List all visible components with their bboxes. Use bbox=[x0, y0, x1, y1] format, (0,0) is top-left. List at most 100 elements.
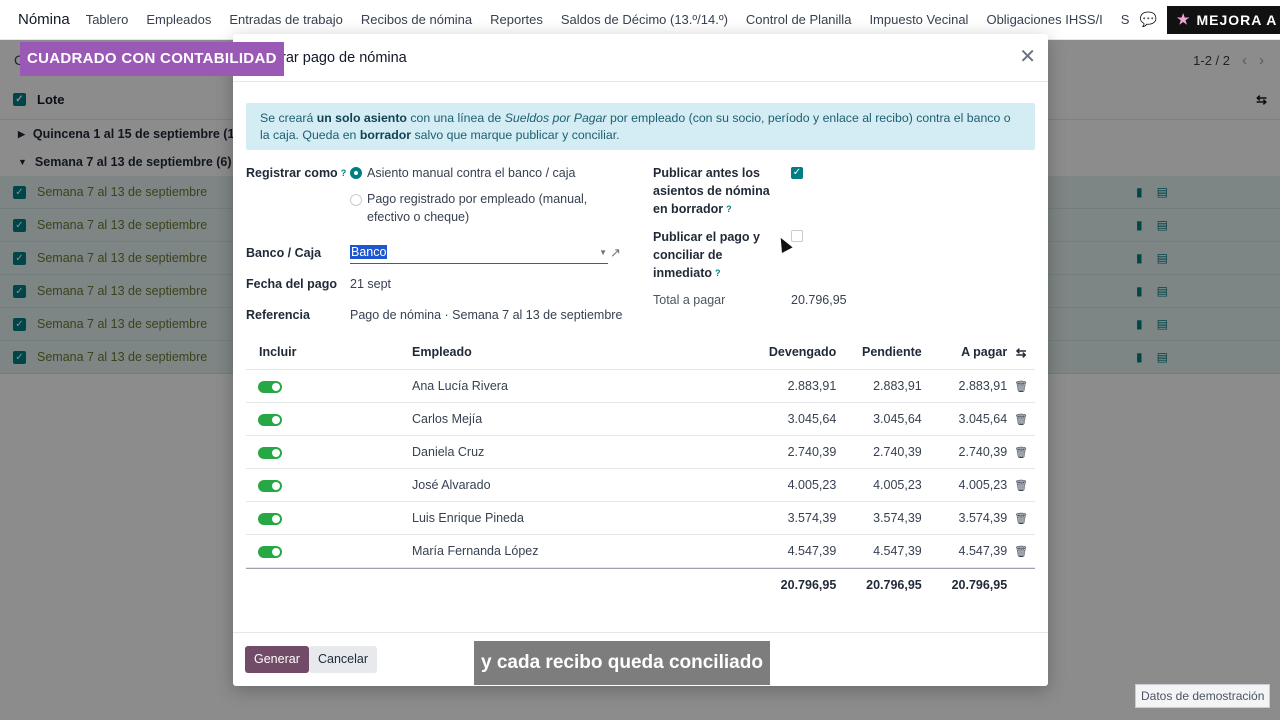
nav-item-impuesto-vecinal[interactable]: Impuesto Vecinal bbox=[869, 12, 968, 27]
bank-select-value[interactable]: Banco bbox=[350, 245, 388, 259]
to-pay-cell[interactable]: 3.045,64 bbox=[922, 412, 1008, 426]
nav-item-saldos-decimo[interactable]: Saldos de Décimo (13.º/14.º) bbox=[561, 12, 728, 27]
table-row[interactable]: María Fernanda López 4.547,39 4.547,39 4… bbox=[246, 535, 1035, 568]
nav-item-tablero[interactable]: Tablero bbox=[86, 12, 129, 27]
accrued-cell: 2.883,91 bbox=[787, 379, 837, 393]
include-cell bbox=[246, 478, 412, 492]
payment-dialog: rar pago de nómina ✕ Se creará un solo a… bbox=[233, 34, 1048, 686]
cancel-button[interactable]: Cancelar bbox=[309, 646, 378, 673]
accrued-cell: 4.005,23 bbox=[787, 478, 837, 492]
include-toggle[interactable] bbox=[258, 512, 282, 525]
trash-icon[interactable]: 🗑 bbox=[1007, 446, 1035, 459]
nav-item-obligaciones[interactable]: Obligaciones IHSS/I bbox=[986, 12, 1102, 27]
star-icon: ★ bbox=[1176, 11, 1191, 27]
pending-cell: 2.740,39 bbox=[873, 445, 922, 459]
table-row[interactable]: José Alvarado 4.005,23 4.005,23 4.005,23… bbox=[246, 469, 1035, 502]
info-text: con una línea de bbox=[406, 111, 505, 125]
col-employee[interactable]: Empleado bbox=[412, 345, 751, 359]
column-settings-icon[interactable]: ⇆ bbox=[1007, 345, 1035, 360]
radio-manual-entry[interactable] bbox=[350, 167, 362, 179]
date-field[interactable]: 21 sept bbox=[350, 275, 391, 293]
publish-label: Publicar antes los asientos de nómina en… bbox=[653, 164, 778, 218]
table-row[interactable]: Ana Lucía Rivera 2.883,91 2.883,91 2.883… bbox=[246, 370, 1035, 403]
date-label: Fecha del pago bbox=[246, 277, 337, 291]
reconcile-checkbox[interactable] bbox=[791, 230, 803, 242]
subtitle-caption: y cada recibo queda conciliado bbox=[474, 641, 770, 685]
bank-label: Banco / Caja bbox=[246, 246, 322, 260]
chat-icon[interactable]: 💬 bbox=[1139, 11, 1156, 28]
register-label-text: Registrar como bbox=[246, 166, 338, 180]
total-accrued: 20.796,95 bbox=[780, 578, 837, 592]
trash-icon[interactable]: 🗑 bbox=[1007, 545, 1035, 558]
ref-label: Referencia bbox=[246, 308, 310, 322]
reconcile-label: Publicar el pago y conciliar de inmediat… bbox=[653, 228, 773, 282]
include-toggle[interactable] bbox=[258, 413, 282, 426]
total-to-pay: 20.796,95 bbox=[951, 578, 1008, 592]
table-row[interactable]: Carlos Mejía 3.045,64 3.045,64 3.045,64 … bbox=[246, 403, 1035, 436]
to-pay-cell[interactable]: 4.005,23 bbox=[922, 478, 1008, 492]
ref-field[interactable]: Pago de nómina · Semana 7 al 13 de septi… bbox=[350, 306, 622, 324]
bank-select[interactable]: Banco ▼ bbox=[350, 244, 608, 264]
employee-cell: Luis Enrique Pineda bbox=[412, 511, 524, 525]
info-bold: un solo asiento bbox=[316, 111, 407, 125]
reconcile-label-text: Publicar el pago y conciliar de inmediat… bbox=[653, 230, 760, 280]
to-pay-cell[interactable]: 2.883,91 bbox=[922, 379, 1008, 393]
publish-checkbox[interactable]: ✓ bbox=[791, 167, 803, 179]
external-link-icon[interactable]: ↗ bbox=[610, 245, 621, 261]
help-tooltip-icon[interactable]: ? bbox=[726, 204, 732, 214]
to-pay-cell[interactable]: 4.547,39 bbox=[922, 544, 1008, 558]
col-to-pay[interactable]: A pagar bbox=[922, 345, 1007, 359]
radio-per-employee-label[interactable]: Pago registrado por empleado (manual, ef… bbox=[367, 190, 631, 226]
caret-down-icon[interactable]: ▼ bbox=[599, 248, 607, 257]
dialog-header: rar pago de nómina bbox=[233, 34, 1048, 82]
generate-button[interactable]: Generar bbox=[245, 646, 309, 673]
trash-icon[interactable]: 🗑 bbox=[1007, 380, 1035, 393]
accrued-cell: 2.740,39 bbox=[787, 445, 837, 459]
include-toggle[interactable] bbox=[258, 380, 282, 393]
to-pay-cell[interactable]: 3.574,39 bbox=[922, 511, 1008, 525]
total-label: Total a pagar bbox=[653, 293, 726, 307]
publish-label-text: Publicar antes los asientos de nómina en… bbox=[653, 166, 770, 216]
table-totals-row: 20.796,95 20.796,95 20.796,95 bbox=[246, 568, 1035, 601]
to-pay-cell[interactable]: 2.740,39 bbox=[922, 445, 1008, 459]
promo-banner: ★ MEJORA A LA MEDIDA bbox=[1166, 5, 1280, 34]
col-include[interactable]: Incluir bbox=[246, 345, 412, 359]
include-toggle[interactable] bbox=[258, 545, 282, 558]
pending-cell: 3.574,39 bbox=[873, 511, 922, 525]
demo-data-badge: Datos de demostración bbox=[1135, 684, 1271, 708]
nav-item-recibos[interactable]: Recibos de nómina bbox=[361, 12, 472, 27]
include-toggle[interactable] bbox=[258, 446, 282, 459]
include-cell bbox=[246, 511, 412, 525]
trash-icon[interactable]: 🗑 bbox=[1007, 512, 1035, 525]
col-accrued[interactable]: Devengado bbox=[751, 345, 836, 359]
app-name[interactable]: Nómina bbox=[18, 11, 70, 28]
col-pending[interactable]: Pendiente bbox=[836, 345, 922, 359]
info-italic: Sueldos por Pagar bbox=[504, 111, 607, 125]
employee-cell: Daniela Cruz bbox=[412, 445, 485, 459]
table-row[interactable]: Daniela Cruz 2.740,39 2.740,39 2.740,39 … bbox=[246, 436, 1035, 469]
accrued-cell: 3.574,39 bbox=[787, 511, 837, 525]
nav-item-control-planilla[interactable]: Control de Planilla bbox=[746, 12, 852, 27]
help-tooltip-icon[interactable]: ? bbox=[715, 268, 721, 278]
promo-text: MEJORA A LA MEDIDA bbox=[1196, 11, 1280, 28]
nav-item-truncated[interactable]: S bbox=[1121, 12, 1130, 27]
info-alert: Se creará un solo asiento con una línea … bbox=[246, 103, 1035, 150]
radio-manual-entry-label[interactable]: Asiento manual contra el banco / caja bbox=[367, 164, 575, 182]
employee-cell: María Fernanda López bbox=[412, 544, 539, 558]
info-text: Se creará bbox=[260, 111, 317, 125]
nav-item-empleados[interactable]: Empleados bbox=[146, 12, 211, 27]
radio-per-employee[interactable] bbox=[350, 194, 362, 206]
nav-item-reportes[interactable]: Reportes bbox=[490, 12, 543, 27]
register-label: Registrar como? bbox=[246, 164, 346, 182]
close-icon[interactable]: ✕ bbox=[1019, 47, 1036, 67]
employee-cell: Carlos Mejía bbox=[412, 412, 483, 426]
trash-icon[interactable]: 🗑 bbox=[1007, 479, 1035, 492]
include-toggle[interactable] bbox=[258, 479, 282, 492]
table-row[interactable]: Luis Enrique Pineda 3.574,39 3.574,39 3.… bbox=[246, 502, 1035, 535]
include-cell bbox=[246, 445, 412, 459]
employee-table: Incluir Empleado Devengado Pendiente A p… bbox=[246, 335, 1035, 601]
accrued-cell: 4.547,39 bbox=[787, 544, 837, 558]
nav-item-entradas[interactable]: Entradas de trabajo bbox=[229, 12, 342, 27]
trash-icon[interactable]: 🗑 bbox=[1007, 413, 1035, 426]
help-tooltip-icon[interactable]: ? bbox=[341, 168, 347, 178]
